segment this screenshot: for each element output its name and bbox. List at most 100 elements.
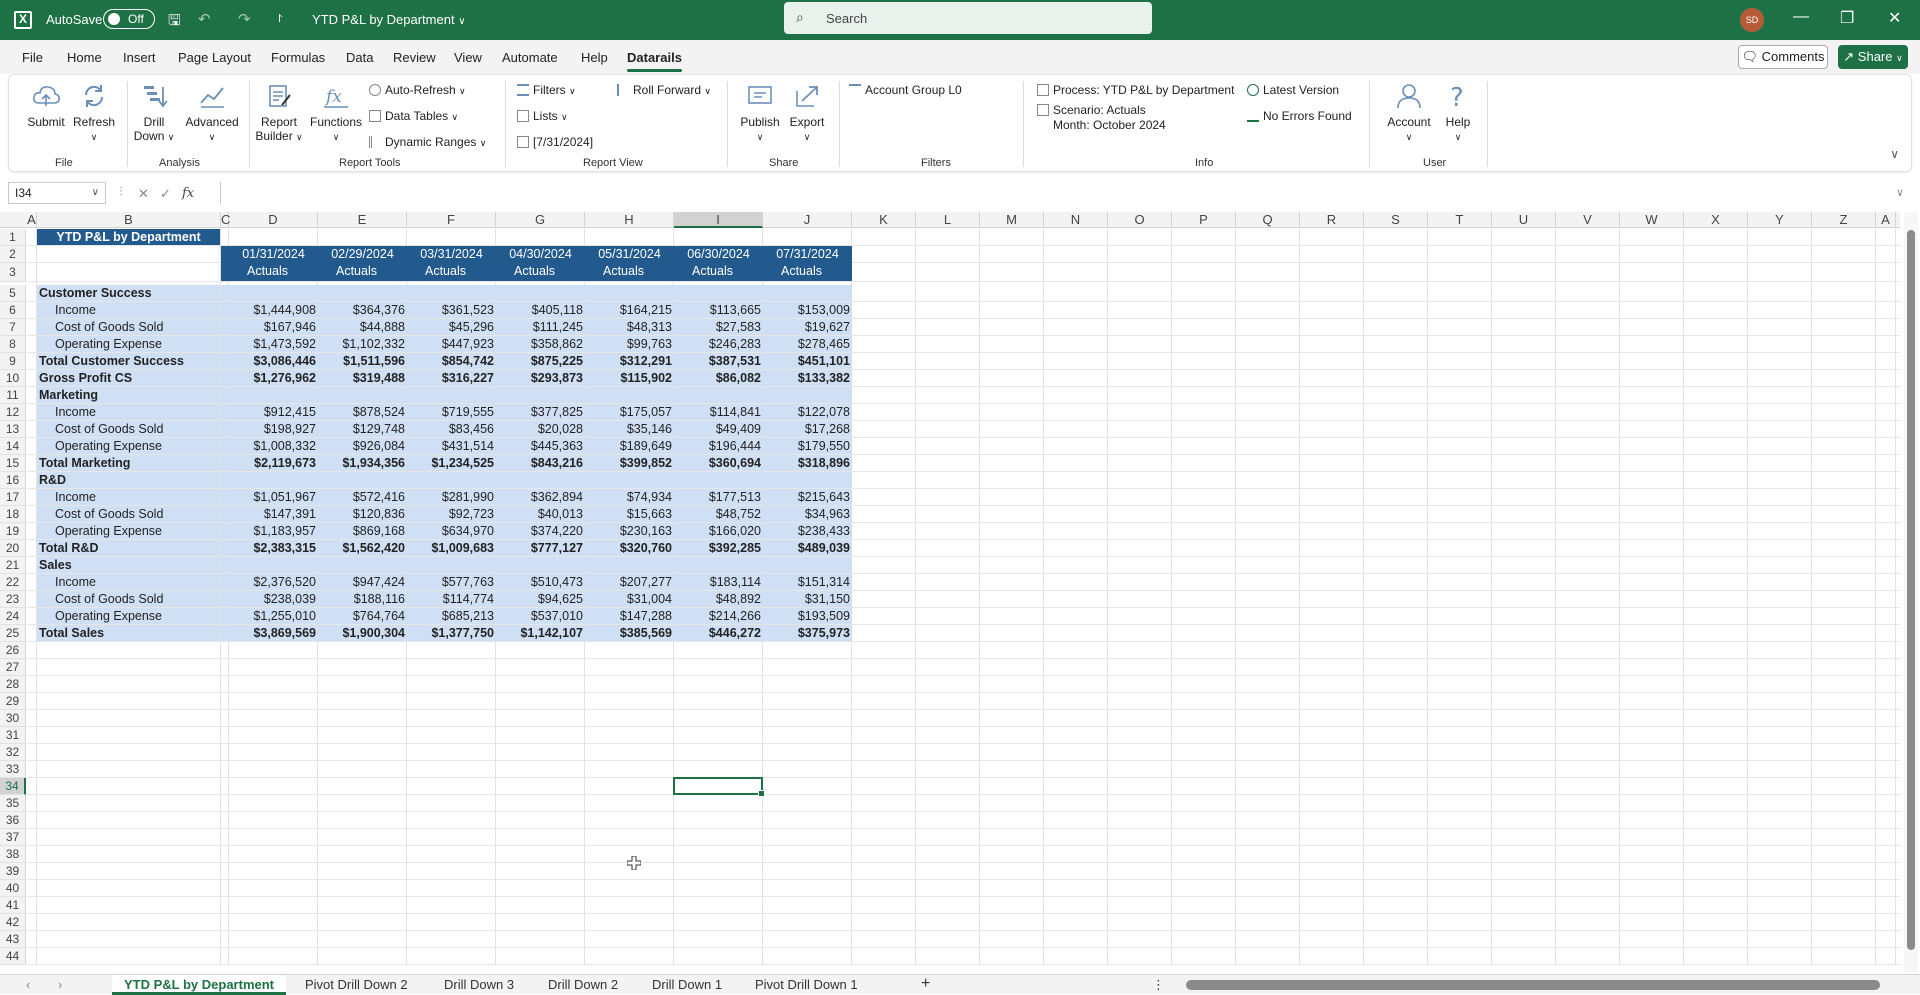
value-cell[interactable]: $48,892 [674, 591, 763, 607]
value-cell[interactable]: $166,020 [674, 523, 763, 539]
column-header[interactable]: O [1108, 212, 1172, 228]
value-cell[interactable]: $49,409 [674, 421, 763, 437]
line-label-cell[interactable]: Cost of Goods Sold [37, 319, 220, 335]
header-scenario-cell[interactable]: Actuals [585, 263, 674, 281]
blank-cell[interactable] [27, 319, 36, 335]
tab-data[interactable]: Data [346, 50, 373, 65]
publish-button[interactable]: Publish ∨ [735, 81, 785, 144]
blank-cell[interactable] [221, 523, 229, 539]
column-header[interactable]: V [1556, 212, 1620, 228]
value-cell[interactable]: $2,383,315 [229, 540, 318, 556]
value-cell[interactable] [674, 472, 763, 488]
value-cell[interactable]: $875,225 [496, 353, 585, 369]
value-cell[interactable]: $215,643 [763, 489, 852, 505]
share-button[interactable]: ↗ Share ∨ [1838, 45, 1908, 69]
blank-cell[interactable] [221, 353, 229, 369]
value-cell[interactable] [763, 557, 852, 573]
value-cell[interactable]: $293,873 [496, 370, 585, 386]
value-cell[interactable]: $510,473 [496, 574, 585, 590]
row-header[interactable]: 11 [0, 387, 26, 404]
blank-cell[interactable] [27, 625, 36, 641]
account-group-filter[interactable]: Account Group L0 [849, 83, 962, 97]
tab-options-icon[interactable]: ⋮ [1152, 977, 1165, 993]
column-header[interactable]: M [980, 212, 1044, 228]
value-cell[interactable]: $15,663 [585, 506, 674, 522]
value-cell[interactable] [763, 472, 852, 488]
value-cell[interactable]: $48,313 [585, 319, 674, 335]
value-cell[interactable] [229, 557, 318, 573]
value-cell[interactable]: $843,216 [496, 455, 585, 471]
value-cell[interactable]: $777,127 [496, 540, 585, 556]
submit-button[interactable]: Submit [21, 81, 71, 129]
document-title[interactable]: YTD P&L by Department ∨ [312, 12, 466, 27]
blank-cell[interactable] [27, 540, 36, 556]
prev-sheet-icon[interactable]: ‹ [26, 977, 30, 992]
header-date-cell[interactable]: 02/29/2024 [318, 246, 407, 263]
value-cell[interactable]: $377,825 [496, 404, 585, 420]
blank-cell[interactable] [221, 608, 229, 624]
blank-cell[interactable] [221, 285, 229, 301]
row-header[interactable]: 13 [0, 421, 26, 438]
drill-down-button[interactable]: Drill Down ∨ [129, 81, 179, 144]
column-header[interactable]: S [1364, 212, 1428, 228]
value-cell[interactable]: $129,748 [318, 421, 407, 437]
data-tables-button[interactable]: Data Tables ∨ [369, 109, 458, 123]
value-cell[interactable] [229, 285, 318, 301]
blank-cell[interactable] [221, 370, 229, 386]
column-header[interactable]: W [1620, 212, 1684, 228]
line-label-cell[interactable]: R&D [37, 472, 220, 488]
value-cell[interactable]: $685,213 [407, 608, 496, 624]
value-cell[interactable]: $238,039 [229, 591, 318, 607]
account-button[interactable]: Account ∨ [1379, 81, 1439, 144]
header-date-cell[interactable]: 06/30/2024 [674, 246, 763, 263]
value-cell[interactable]: $31,004 [585, 591, 674, 607]
customize-toolbar-icon[interactable]: ⨡ [278, 13, 282, 26]
value-cell[interactable]: $177,513 [674, 489, 763, 505]
sheet-tab-drill-down-2[interactable]: Drill Down 2 [548, 977, 618, 992]
header-scenario-cell[interactable]: Actuals [763, 263, 852, 281]
column-header[interactable]: P [1172, 212, 1236, 228]
row-header[interactable]: 7 [0, 319, 26, 336]
blank-cell[interactable] [221, 489, 229, 505]
value-cell[interactable] [229, 387, 318, 403]
header-date-cell[interactable]: 05/31/2024 [585, 246, 674, 263]
value-cell[interactable]: $1,102,332 [318, 336, 407, 352]
value-cell[interactable]: $719,555 [407, 404, 496, 420]
functions-button[interactable]: fx Functions ∨ [307, 81, 365, 144]
row-header[interactable]: 39 [0, 863, 26, 880]
row-header[interactable]: 18 [0, 506, 26, 523]
header-date-cell[interactable]: 01/31/2024 [229, 246, 318, 263]
header-fill-cell[interactable] [221, 246, 229, 281]
blank-cell[interactable] [27, 608, 36, 624]
value-cell[interactable]: $167,946 [229, 319, 318, 335]
value-cell[interactable]: $577,763 [407, 574, 496, 590]
value-cell[interactable]: $878,524 [318, 404, 407, 420]
tab-automate[interactable]: Automate [502, 50, 558, 65]
value-cell[interactable]: $374,220 [496, 523, 585, 539]
restore-icon[interactable]: ❐ [1840, 8, 1854, 28]
save-icon[interactable]: 🖫 [168, 10, 181, 35]
column-header[interactable]: G [496, 212, 585, 228]
value-cell[interactable]: $179,550 [763, 438, 852, 454]
column-header[interactable]: L [916, 212, 980, 228]
blank-cell[interactable] [221, 336, 229, 352]
value-cell[interactable]: $151,314 [763, 574, 852, 590]
blank-cell[interactable] [27, 455, 36, 471]
blank-cell[interactable] [27, 302, 36, 318]
line-label-cell[interactable]: Cost of Goods Sold [37, 506, 220, 522]
column-header[interactable]: C [221, 212, 230, 228]
row-header[interactable]: 5 [0, 285, 26, 302]
value-cell[interactable] [585, 472, 674, 488]
value-cell[interactable]: $1,444,908 [229, 302, 318, 318]
line-label-cell[interactable]: Customer Success [37, 285, 220, 301]
header-scenario-cell[interactable]: Actuals [318, 263, 407, 281]
tab-file[interactable]: File [22, 50, 43, 65]
column-header[interactable]: Z [1812, 212, 1876, 228]
sheet-tab-pivot-drill-down-1[interactable]: Pivot Drill Down 1 [755, 977, 858, 992]
blank-cell[interactable] [221, 506, 229, 522]
value-cell[interactable] [407, 387, 496, 403]
undo-icon[interactable]: ↶ [198, 10, 211, 28]
blank-cell[interactable] [221, 404, 229, 420]
value-cell[interactable]: $451,101 [763, 353, 852, 369]
row-header[interactable]: 12 [0, 404, 26, 421]
